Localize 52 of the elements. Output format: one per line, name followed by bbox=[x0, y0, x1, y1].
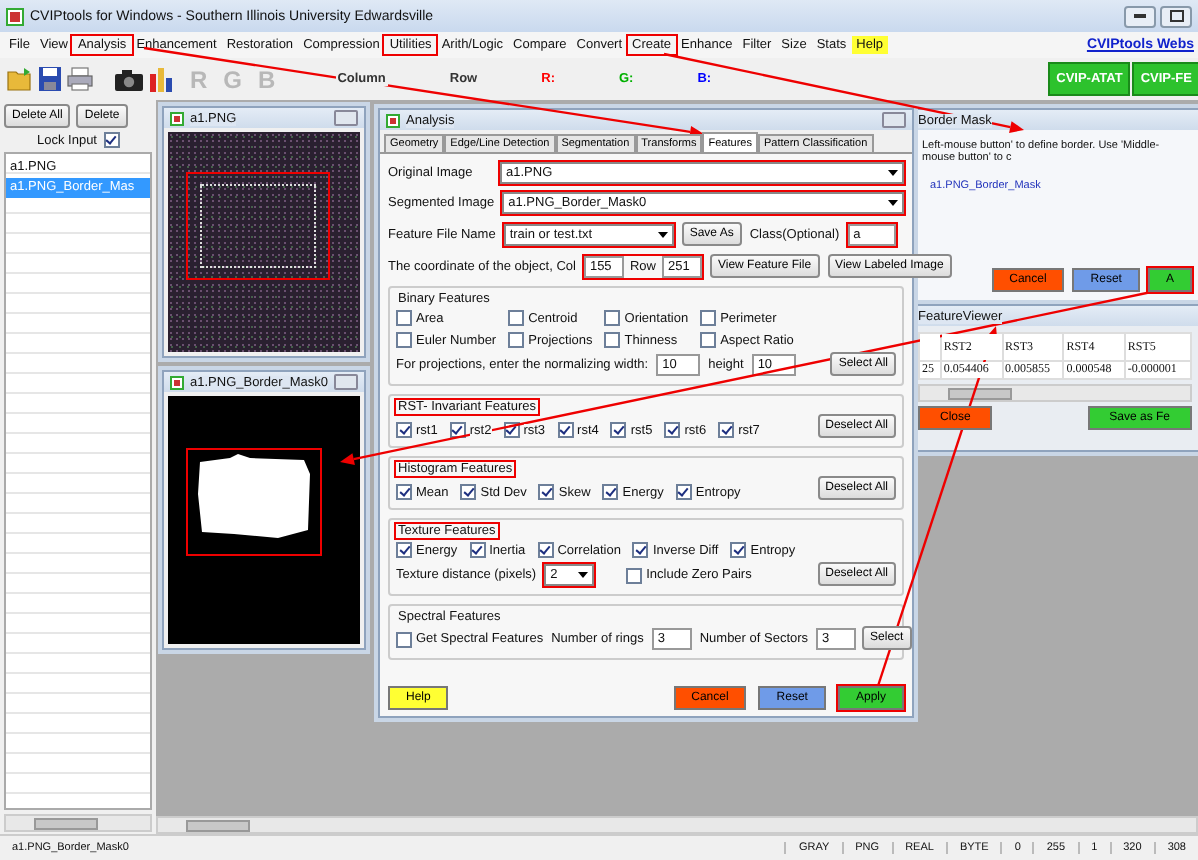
checkbox[interactable] bbox=[103, 132, 119, 148]
checkbox[interactable] bbox=[508, 310, 525, 326]
checkbox[interactable] bbox=[396, 310, 412, 326]
maximize-button[interactable] bbox=[1160, 5, 1192, 27]
checkbox[interactable] bbox=[700, 310, 717, 326]
checkbox[interactable] bbox=[508, 332, 525, 348]
annotation-box bbox=[186, 172, 330, 280]
mask-shape bbox=[194, 454, 314, 542]
checkbox[interactable] bbox=[604, 310, 621, 326]
checkbox[interactable] bbox=[537, 542, 554, 558]
checkbox[interactable] bbox=[396, 484, 412, 500]
caret-icon bbox=[888, 200, 898, 206]
checkbox[interactable] bbox=[626, 567, 643, 583]
close-button[interactable] bbox=[334, 110, 358, 126]
checkbox[interactable] bbox=[604, 332, 621, 348]
checkbox[interactable] bbox=[664, 422, 681, 438]
checkbox[interactable] bbox=[632, 542, 649, 558]
dotted-outline bbox=[200, 184, 316, 268]
checkbox[interactable] bbox=[610, 422, 627, 438]
checkbox[interactable] bbox=[469, 542, 486, 558]
scrollbar[interactable] bbox=[156, 816, 1198, 834]
image-icon bbox=[170, 111, 184, 125]
checkbox[interactable] bbox=[675, 484, 692, 500]
checkbox[interactable] bbox=[718, 422, 735, 438]
checkbox[interactable] bbox=[700, 332, 717, 348]
checkbox[interactable] bbox=[396, 332, 412, 348]
checkbox[interactable] bbox=[557, 422, 574, 438]
close-button[interactable] bbox=[334, 374, 358, 390]
checkbox[interactable] bbox=[396, 631, 412, 647]
camera-icon[interactable] bbox=[114, 67, 144, 91]
caret-icon bbox=[578, 572, 589, 578]
checkbox[interactable] bbox=[460, 484, 477, 500]
scrollbar[interactable] bbox=[4, 814, 152, 832]
app-icon bbox=[386, 113, 400, 127]
annotation-box bbox=[186, 448, 322, 556]
checkbox[interactable] bbox=[396, 422, 412, 438]
save-icon[interactable] bbox=[38, 66, 62, 92]
checkbox[interactable] bbox=[538, 484, 555, 500]
checkbox[interactable] bbox=[449, 422, 466, 438]
printer-icon[interactable] bbox=[66, 66, 94, 92]
caret-icon bbox=[888, 170, 898, 176]
checkbox[interactable] bbox=[396, 542, 412, 558]
bar-chart-icon[interactable] bbox=[148, 66, 174, 92]
checkbox[interactable] bbox=[602, 484, 619, 500]
image-icon bbox=[170, 375, 184, 389]
app-icon bbox=[6, 7, 24, 25]
minimize-button[interactable] bbox=[1124, 5, 1156, 27]
column-header bbox=[919, 333, 941, 361]
caret-icon bbox=[657, 231, 668, 237]
checkbox[interactable] bbox=[730, 542, 747, 558]
scrollbar[interactable] bbox=[918, 384, 1192, 402]
close-button[interactable] bbox=[882, 112, 906, 128]
